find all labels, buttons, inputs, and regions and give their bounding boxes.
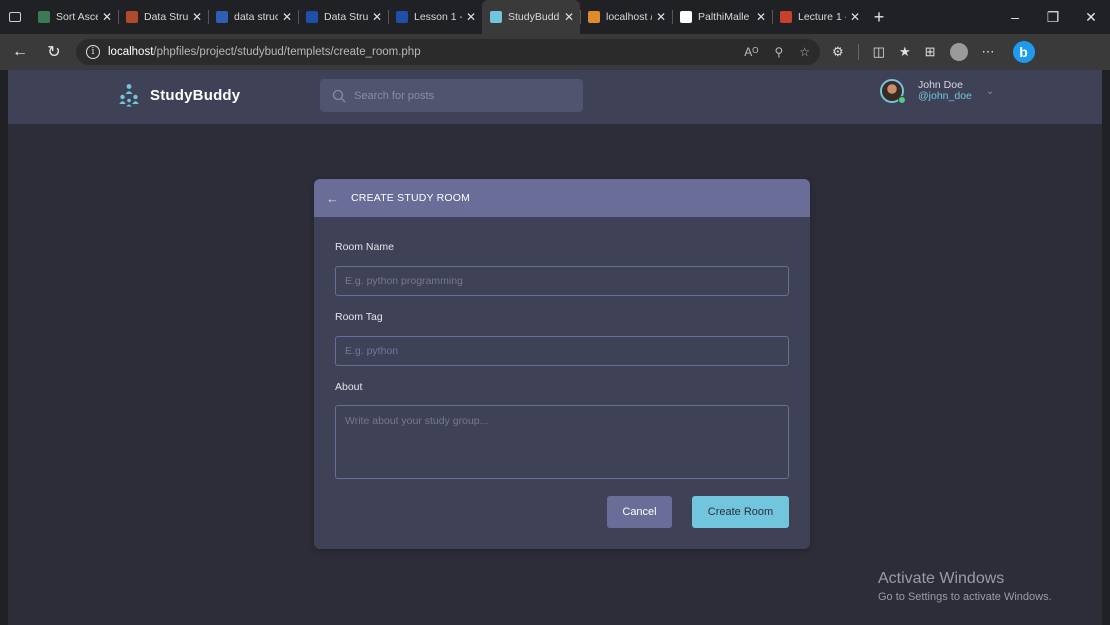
minimize-icon[interactable]: – [996,9,1034,25]
more-icon[interactable]: ⋯ [982,44,995,60]
browser-tab[interactable]: PalthiMalle ✕ [672,0,772,34]
tab-favicon-icon [588,11,600,23]
tab-title: Lesson 1 - [414,11,462,23]
tab-favicon-icon [780,11,792,23]
cancel-button[interactable]: Cancel [607,496,672,528]
tab-favicon-icon [490,11,502,23]
tab-close-icon[interactable]: ✕ [466,10,476,24]
room-name-label: Room Name [335,241,394,253]
back-icon[interactable]: ← [6,38,34,66]
brand-logo[interactable]: StudyBuddy [118,83,240,107]
restore-icon[interactable]: ❐ [1034,9,1072,26]
tab-favicon-icon [216,11,228,23]
browser-toolbar: ⚙ ◫ ★ ⊞ ⋯ b [832,41,1035,63]
site-info-icon[interactable]: i [86,45,100,59]
browser-tab[interactable]: data struct ✕ [208,0,298,34]
search-icon [332,89,346,102]
new-tab-button[interactable]: + [866,7,892,28]
collections-icon[interactable]: ⊞ [925,44,936,60]
toolbar-divider [857,44,859,60]
user-menu[interactable]: John Doe @john_doe ⌄ [880,79,994,104]
app-header: StudyBuddy John Doe @john_doe ⌄ [8,70,1102,124]
tab-title: localhost / [606,11,652,23]
bing-icon[interactable]: b [1012,41,1035,63]
window-controls: – ❐ ✕ [996,0,1110,34]
tab-title: Sort Ascen [56,11,98,23]
tab-favicon-icon [396,11,408,23]
tab-favicon-icon [306,11,318,23]
search-input[interactable] [354,89,554,102]
studybuddy-logo-icon [119,84,139,107]
url-field[interactable]: i localhost/phpfiles/project/studybud/te… [76,39,820,65]
room-tag-input[interactable] [335,336,789,366]
read-aloud-icon[interactable]: Aᴼ [744,45,758,59]
about-label: About [335,381,363,393]
url-path: /phpfiles/project/studybud/templets/crea… [153,46,421,58]
chevron-down-icon[interactable]: ⌄ [986,86,994,97]
browser-tab[interactable]: Data Struct ✕ [298,0,388,34]
tab-close-icon[interactable]: ✕ [756,10,766,24]
search-bar [320,79,583,112]
create-room-form: Room Name Room Tag About [314,241,810,484]
profile-icon[interactable] [949,43,968,61]
form-actions: Cancel Create Room [607,496,789,528]
browser-tab-bar: Sort Ascen✕Data Struct✕data struct✕Data … [0,0,1110,34]
tab-title: Lecture 1 - [798,11,846,23]
room-tag-label: Room Tag [335,311,383,323]
brand-name: StudyBuddy [150,86,241,104]
tab-close-icon[interactable]: ✕ [656,10,666,24]
tab-title: Data Struct [324,11,368,23]
tab-title: data struct [234,11,278,23]
window-frame-left [0,70,8,625]
tab-strip: Sort Ascen✕Data Struct✕data struct✕Data … [30,0,866,34]
window-frame-right [1102,70,1110,625]
tab-favicon-icon [126,11,138,23]
zoom-icon[interactable]: ⚲ [774,45,783,59]
tab-close-icon[interactable]: ✕ [372,10,382,24]
tab-close-icon[interactable]: ✕ [192,10,202,24]
online-status-icon [898,96,906,104]
url-actions: Aᴼ ⚲ ☆ [744,45,810,59]
avatar[interactable] [880,79,906,104]
tab-close-icon[interactable]: ✕ [282,10,292,24]
watermark-title: Activate Windows [878,570,1005,587]
refresh-icon[interactable]: ↻ [40,38,68,66]
browser-tab[interactable]: localhost / ✕ [580,0,672,34]
user-handle: @john_doe [918,90,972,102]
browser-tab[interactable]: StudyBudd ✕ [482,0,580,34]
tab-close-icon[interactable]: ✕ [102,10,112,24]
address-bar: ← ↻ i localhost/phpfiles/project/studybu… [0,34,1110,70]
url-host: localhost [108,46,154,58]
back-arrow-icon[interactable]: ← [326,191,339,206]
favorite-star-icon[interactable]: ☆ [799,45,810,59]
extensions-icon[interactable]: ⚙ [832,44,844,60]
user-info: John Doe @john_doe [918,80,972,102]
favorites-icon[interactable]: ★ [899,44,911,60]
close-window-icon[interactable]: ✕ [1072,9,1110,26]
create-room-card: ← CREATE STUDY ROOM Room Name Room Tag A… [314,179,810,549]
browser-tab[interactable]: Sort Ascen ✕ [30,0,118,34]
tab-close-icon[interactable]: ✕ [564,10,574,24]
tab-favicon-icon [38,11,50,23]
activate-windows-watermark: Activate Windows Go to Settings to activ… [878,569,1052,603]
page-title: CREATE STUDY ROOM [351,192,471,204]
room-name-input[interactable] [335,266,789,296]
tab-title: Data Struct [144,11,188,23]
card-header: ← CREATE STUDY ROOM [314,179,810,217]
browser-tab[interactable]: Data Struct ✕ [118,0,208,34]
tab-close-icon[interactable]: ✕ [850,10,860,24]
watermark-subtitle: Go to Settings to activate Windows. [878,591,1052,603]
tab-title: StudyBudd [508,11,560,23]
about-textarea[interactable] [335,405,789,479]
tab-actions-icon[interactable] [0,0,30,34]
split-screen-icon[interactable]: ◫ [873,44,885,60]
browser-tab[interactable]: Lesson 1 - ✕ [388,0,482,34]
browser-tab[interactable]: Lecture 1 - ✕ [772,0,866,34]
tab-favicon-icon [680,11,692,23]
tab-title: PalthiMalle [698,11,750,23]
create-room-button[interactable]: Create Room [692,496,789,528]
